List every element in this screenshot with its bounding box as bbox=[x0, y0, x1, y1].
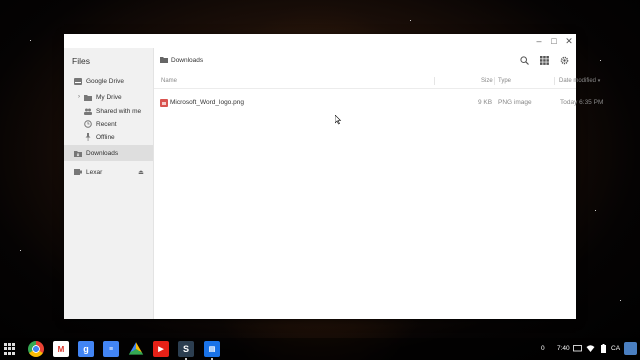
drive-app-icon[interactable] bbox=[128, 342, 144, 355]
column-header-type[interactable]: Type bbox=[498, 78, 511, 84]
pin-icon bbox=[82, 132, 94, 142]
minimize-button[interactable]: – bbox=[534, 36, 544, 46]
table-row[interactable]: Microsoft_Word_logo.png 9 KB PNG image T… bbox=[154, 96, 603, 110]
grid-view-button[interactable] bbox=[538, 54, 550, 66]
file-name: Microsoft_Word_logo.png bbox=[170, 99, 244, 106]
chrome-app-icon[interactable] bbox=[28, 341, 44, 357]
screen-icon[interactable] bbox=[573, 344, 582, 353]
file-date: Today 6:35 PM bbox=[560, 99, 604, 106]
downloads-folder-icon bbox=[72, 148, 84, 158]
sidebar-item-label: Offline bbox=[96, 133, 115, 141]
column-header-date[interactable]: Date modified ▾ bbox=[559, 78, 600, 84]
sidebar-item-downloads[interactable]: Downloads bbox=[64, 145, 153, 161]
maximize-button[interactable]: □ bbox=[549, 36, 559, 46]
sidebar-item-lexar[interactable]: Lexar ⏏ bbox=[64, 164, 153, 180]
toolbar: Downloads bbox=[154, 48, 576, 72]
title-bar[interactable]: – □ ✕ bbox=[64, 34, 576, 48]
docs-app-icon[interactable]: ≡ bbox=[103, 341, 119, 357]
close-button[interactable]: ✕ bbox=[564, 36, 574, 46]
app-title: Files bbox=[72, 56, 90, 66]
input-method-label[interactable]: CA bbox=[611, 345, 620, 352]
youtube-app-icon[interactable]: ▶ bbox=[153, 341, 169, 357]
files-app-icon[interactable]: ▤ bbox=[204, 341, 220, 360]
avatar[interactable] bbox=[624, 342, 637, 355]
column-header-label: Date modified bbox=[559, 78, 597, 84]
column-header-row: Name Size Type Date modified ▾ bbox=[154, 74, 600, 89]
settings-button[interactable] bbox=[558, 54, 570, 66]
drive-icon bbox=[72, 76, 84, 86]
notification-count[interactable]: 0 bbox=[541, 345, 545, 352]
eject-icon[interactable]: ⏏ bbox=[135, 167, 147, 177]
clock[interactable]: 7:40 bbox=[557, 345, 570, 352]
mouse-cursor-icon bbox=[335, 115, 342, 125]
app-launcher-button[interactable] bbox=[4, 343, 16, 355]
file-size: 9 KB bbox=[478, 99, 493, 106]
sidebar-item-google-drive[interactable]: Google Drive bbox=[64, 73, 153, 89]
column-header-name[interactable]: Name bbox=[161, 78, 177, 84]
s-app-icon[interactable]: S bbox=[178, 341, 194, 360]
grid-icon bbox=[539, 55, 549, 65]
shelf: M g ≡ ▶ S ▤ 0 7:40 CA bbox=[0, 338, 640, 360]
main-pane: Downloads Name Size Type Date modified ▾ bbox=[154, 48, 603, 319]
sidebar: Files Google Drive › My Drive Shared wit… bbox=[64, 48, 154, 319]
clock-icon bbox=[82, 119, 94, 129]
folder-icon bbox=[82, 92, 94, 102]
column-divider[interactable] bbox=[554, 77, 555, 85]
sidebar-item-label: Google Drive bbox=[86, 77, 124, 85]
column-divider[interactable] bbox=[434, 77, 435, 85]
usb-drive-icon bbox=[72, 167, 84, 177]
column-header-size[interactable]: Size bbox=[481, 78, 493, 84]
wifi-icon[interactable] bbox=[586, 344, 595, 353]
breadcrumb-label: Downloads bbox=[171, 57, 204, 64]
google-search-app-icon[interactable]: g bbox=[78, 341, 94, 357]
column-divider[interactable] bbox=[494, 77, 495, 85]
breadcrumb[interactable]: Downloads bbox=[160, 56, 203, 65]
sidebar-item-label: Downloads bbox=[86, 149, 119, 157]
search-button[interactable] bbox=[518, 54, 530, 66]
files-window: – □ ✕ Files Google Drive › My Drive Shar… bbox=[64, 34, 603, 319]
sidebar-item-label: My Drive bbox=[96, 93, 122, 101]
sidebar-item-label: Shared with me bbox=[96, 107, 142, 115]
sidebar-item-label: Recent bbox=[96, 120, 117, 128]
people-icon bbox=[82, 106, 94, 116]
search-icon bbox=[519, 55, 529, 65]
sort-arrow-icon: ▾ bbox=[597, 78, 601, 84]
gear-icon bbox=[560, 56, 568, 64]
battery-icon[interactable] bbox=[599, 344, 608, 353]
image-file-icon bbox=[160, 99, 168, 107]
sidebar-item-offline[interactable]: Offline bbox=[64, 129, 153, 145]
downloads-folder-icon bbox=[160, 56, 168, 65]
sidebar-item-label: Lexar bbox=[86, 168, 103, 176]
file-type: PNG image bbox=[498, 99, 532, 106]
gmail-app-icon[interactable]: M bbox=[53, 341, 69, 357]
